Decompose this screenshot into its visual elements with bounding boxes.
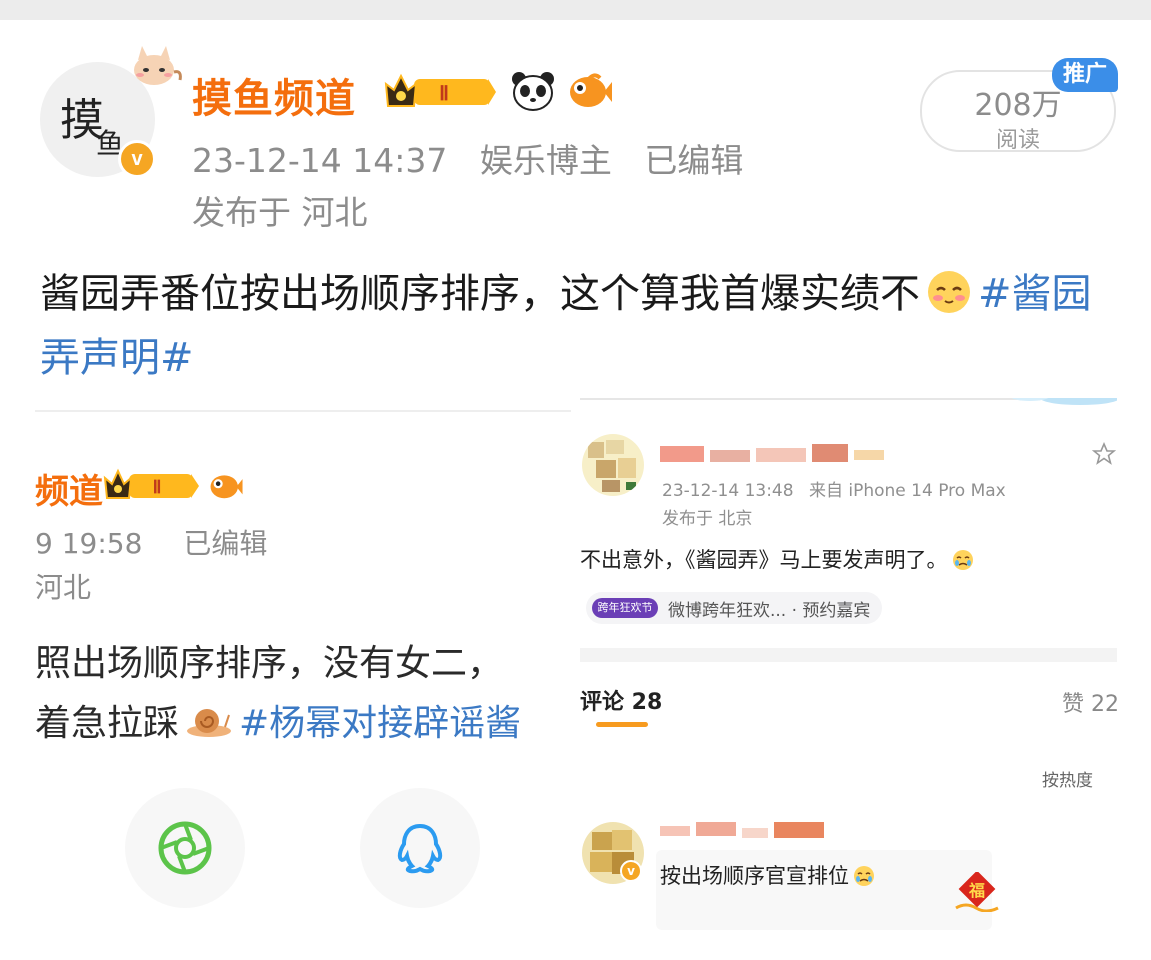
crown-level-badge-icon: Ⅱ <box>384 73 496 107</box>
embedded-source: 来自 iPhone 14 Pro Max <box>808 481 1006 501</box>
embedded-edited: 已编辑 <box>183 527 268 560</box>
qq-share-button <box>360 788 480 908</box>
comments-tab-underline <box>596 722 648 727</box>
likes-tab: 赞 22 <box>1062 692 1117 717</box>
post-edited[interactable]: 已编辑 <box>644 141 743 180</box>
embedded-username: 频道 <box>35 472 103 512</box>
fish-icon <box>210 475 243 499</box>
promo-tag[interactable]: 推广 <box>1052 58 1118 92</box>
post-text: 酱园弄番位按出场顺序排序，这个算我首爆实绩不 <box>40 271 920 317</box>
divider <box>35 410 571 412</box>
qq-icon <box>397 823 443 874</box>
fu-decoration-icon: 福 <box>955 872 999 912</box>
embedded-location: 发布于 北京 <box>662 509 753 529</box>
post-location: 发布于 河北 <box>192 193 368 232</box>
snail-emoji-icon <box>187 709 232 737</box>
embedded-level-text: Ⅱ <box>153 477 162 497</box>
comment-body: 按出场顺序官宣排位 <box>660 864 849 888</box>
star-icon <box>1092 442 1116 465</box>
pixelated-username <box>660 444 884 462</box>
embedded-meta: 9 19:58 已编辑 <box>35 522 299 562</box>
embedded-post-text: 不出意外，《酱园弄》马上要发声明了。 <box>580 544 974 574</box>
shy-blush-emoji-icon <box>928 271 970 313</box>
section-separator <box>580 648 1117 662</box>
fu-text: 福 <box>968 881 985 900</box>
post-meta: 23-12-14 14:37 娱乐博主 已编辑 <box>192 134 765 182</box>
event-logo: 跨年狂欢节 <box>592 598 658 618</box>
event-text: 微博跨年狂欢... · 预约嘉宾 <box>668 600 871 621</box>
sort-toggle: 按热度 <box>1042 771 1093 791</box>
post-category: 娱乐博主 <box>479 141 612 180</box>
embedded-timestamp: 9 19:58 <box>35 527 143 560</box>
crown-level-text: Ⅱ <box>439 83 449 105</box>
crown-level-badge-icon: Ⅱ <box>103 468 199 499</box>
post-body: 酱园弄番位按出场顺序排序，这个算我首爆实绩不 #酱园弄声明# <box>40 262 1120 390</box>
embedded-text-line-2: 着急拉踩 #杨幂对接辟谣酱 <box>35 694 521 746</box>
fish-icon <box>570 73 612 107</box>
cat-icon <box>134 46 182 85</box>
embedded-screenshot-left: 频道 Ⅱ 9 19:58 已编辑 河北 照出场顺序排序，没有女二， 着急拉踩 #… <box>35 400 571 940</box>
embedded-hashtag-link: #杨幂对接辟谣酱 <box>239 703 522 744</box>
cry-emoji-icon <box>952 550 973 570</box>
post-timestamp: 23-12-14 14:37 <box>192 141 448 180</box>
embedded-text-line-1: 照出场顺序排序，没有女二， <box>35 643 504 684</box>
comment-text: 按出场顺序官宣排位 <box>660 860 875 890</box>
username[interactable]: 摸鱼频道 <box>192 66 356 124</box>
decoration-icon <box>1011 398 1117 405</box>
wechat-moments-share-button <box>125 788 245 908</box>
commenter-verified-badge: v <box>620 860 642 882</box>
comments-tab: 评论 28 <box>580 690 663 715</box>
embedded-meta: 23-12-14 13:48 来自 iPhone 14 Pro Max <box>662 476 1016 501</box>
pixelated-avatar <box>582 434 644 496</box>
embedded-text-prefix: 着急拉踩 <box>35 703 180 744</box>
embedded-screenshot-right: 23-12-14 13:48 来自 iPhone 14 Pro Max 发布于 … <box>580 398 1117 938</box>
embedded-location: 河北 <box>35 571 92 604</box>
read-label: 阅读 <box>995 128 1040 153</box>
embedded-timestamp: 23-12-14 13:48 <box>662 481 794 501</box>
wechat-moments-icon <box>158 821 212 875</box>
embedded-text: 不出意外，《酱园弄》马上要发声明了。 <box>580 548 948 572</box>
pixelated-commenter-name <box>660 822 824 838</box>
status-bar <box>0 0 1151 20</box>
verified-badge: v <box>118 140 156 178</box>
event-chip: 跨年狂欢节 微博跨年狂欢... · 预约嘉宾 <box>586 592 883 624</box>
panda-icon <box>512 72 554 111</box>
cry-emoji-icon <box>854 866 874 886</box>
